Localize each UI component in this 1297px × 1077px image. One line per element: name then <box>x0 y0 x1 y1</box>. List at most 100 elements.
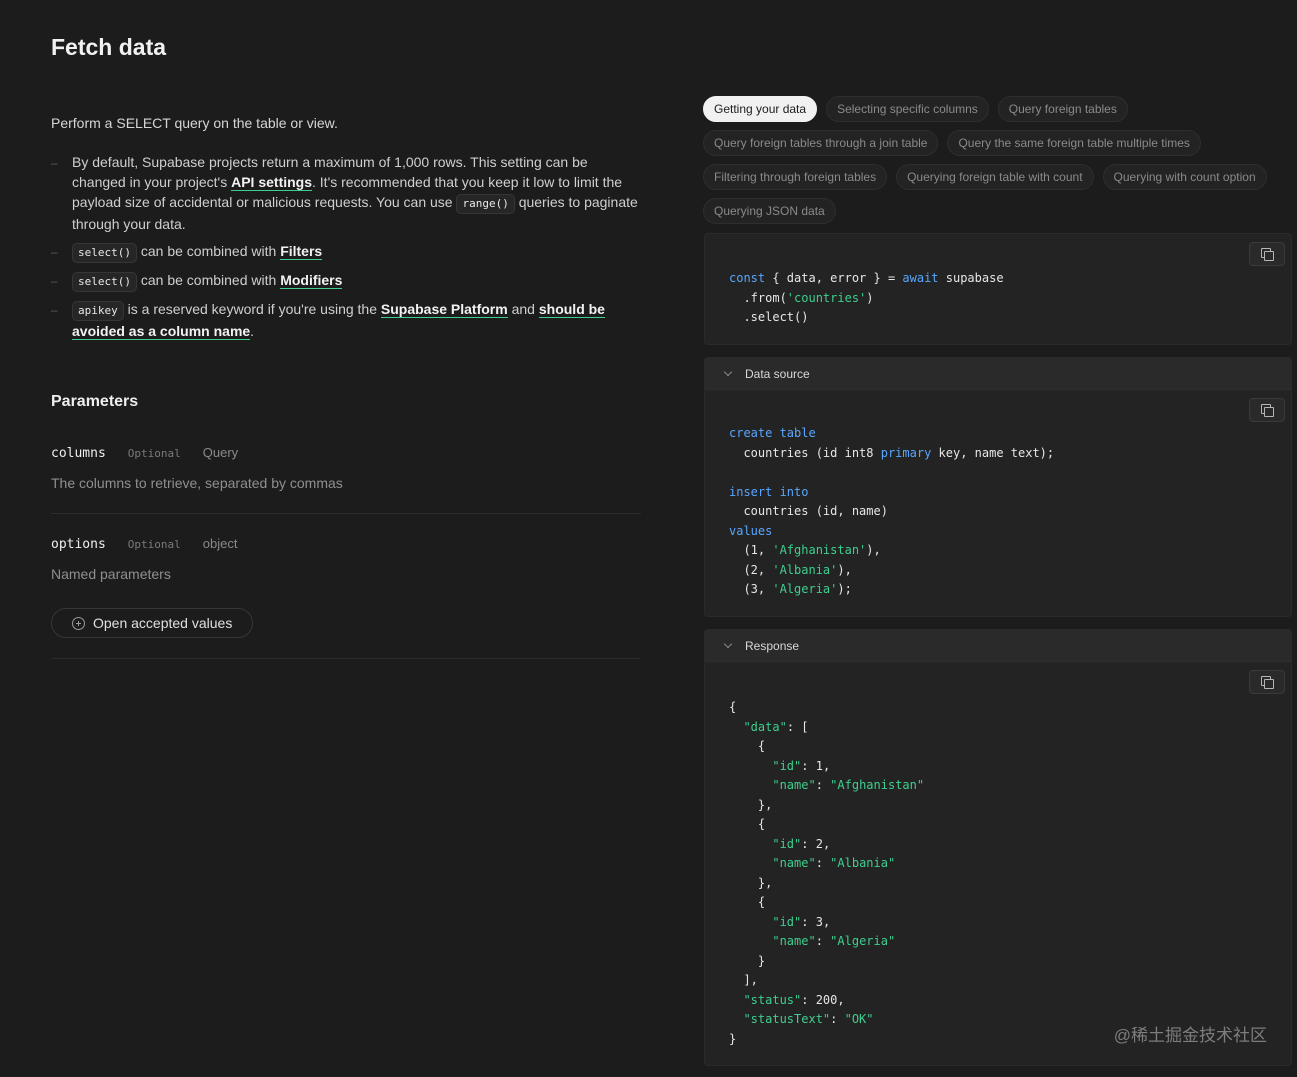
apikey-code: apikey <box>72 301 124 321</box>
code-token: { <box>757 817 766 831</box>
code-token: { <box>729 700 737 714</box>
modifiers-link[interactable]: Modifiers <box>280 272 343 289</box>
copy-sql-button[interactable] <box>1249 398 1285 422</box>
param-description: The columns to retrieve, separated by co… <box>51 475 343 491</box>
code-token: (1, <box>729 543 773 557</box>
copy-icon <box>1261 248 1274 261</box>
code-token: { <box>757 895 766 909</box>
code-token: "id" <box>772 914 802 929</box>
code-token: key, name text); <box>931 445 1055 460</box>
param-columns: columns Optional Query The columns to re… <box>51 445 641 513</box>
data-source-header[interactable]: Data source <box>705 358 1291 390</box>
param-type: object <box>202 536 238 551</box>
response-block: { "data": [ { "id": 1, "name": "Afghanis… <box>729 700 925 1046</box>
code-token: ) <box>866 290 874 305</box>
code-token: "name" <box>772 934 816 948</box>
filters-link[interactable]: Filters <box>280 243 323 260</box>
parameters-title: Parameters <box>51 393 139 410</box>
note-modifiers: select() can be combined with Modifiers <box>51 270 641 292</box>
tab-query-foreign-tables[interactable]: Query foreign tables <box>997 96 1128 122</box>
page-title: Fetch data <box>51 34 167 60</box>
api-settings-link[interactable]: API settings <box>231 174 313 191</box>
note-apikey: apikey is a reserved keyword if you're u… <box>51 299 641 341</box>
code-token: } <box>757 953 766 968</box>
copy-code-button[interactable] <box>1249 242 1285 266</box>
code-token: 'Albania' <box>772 562 838 577</box>
code-token: const <box>729 271 766 285</box>
copy-response-button[interactable] <box>1249 670 1285 694</box>
code-token: "id" <box>772 836 802 851</box>
panel-title: Response <box>745 638 800 653</box>
range-code: range() <box>456 194 515 214</box>
code-token: "Algeria" <box>830 934 896 948</box>
copy-icon <box>1261 676 1274 689</box>
button-label: Open accepted values <box>93 615 233 631</box>
code-token: ), <box>866 543 881 557</box>
param-name: columns <box>51 446 106 461</box>
code-token: create table <box>729 426 816 440</box>
code-token: : 1, <box>801 758 831 773</box>
param-description: Named parameters <box>51 566 171 582</box>
code-token: .from( <box>729 290 787 305</box>
open-accepted-values-button[interactable]: Open accepted values <box>51 608 254 638</box>
code-token: "name" <box>772 856 816 870</box>
code-token: 'Algeria' <box>772 582 838 596</box>
code-token: "id" <box>772 758 802 773</box>
watermark: @稀土掘金技术社区 <box>1113 1026 1267 1045</box>
code-token: : 3, <box>801 914 831 929</box>
code-token: "OK" <box>844 1012 874 1026</box>
code-token: }, <box>757 875 773 890</box>
code-token: (3, <box>729 582 773 596</box>
code-token: }, <box>757 797 773 812</box>
param-optional-tag: Optional <box>127 538 181 551</box>
chevron-down-icon <box>723 367 733 377</box>
note-text: is a reserved keyword if you're using th… <box>123 301 381 317</box>
tab-count-option[interactable]: Querying with count option <box>1102 164 1267 190</box>
copy-icon <box>1261 404 1274 417</box>
panel-title: Data source <box>745 366 810 381</box>
tab-getting-your-data[interactable]: Getting your data <box>703 96 818 122</box>
code-token: } <box>729 1031 737 1046</box>
code-token: "Afghanistan" <box>830 778 925 792</box>
note-filters: select() can be combined with Filters <box>51 241 641 263</box>
plus-circle-icon <box>72 616 85 630</box>
code-token: "status" <box>743 992 802 1007</box>
tab-json-data[interactable]: Querying JSON data <box>703 198 836 224</box>
intro-text: Perform a SELECT query on the table or v… <box>51 115 338 131</box>
code-token: : 2, <box>801 836 831 851</box>
code-token: { data, error } = <box>765 271 903 285</box>
tab-query-foreign-tables-join[interactable]: Query foreign tables through a join tabl… <box>703 130 939 156</box>
code-token: 'Afghanistan' <box>772 543 867 557</box>
supabase-platform-link[interactable]: Supabase Platform <box>380 301 508 318</box>
note-max-rows: By default, Supabase projects return a m… <box>51 152 641 234</box>
code-token: "data" <box>743 719 787 734</box>
notes-list: By default, Supabase projects return a m… <box>51 152 641 341</box>
tab-foreign-table-count[interactable]: Querying foreign table with count <box>896 164 1094 190</box>
note-text: . <box>250 323 255 339</box>
code-token: countries (id int8 <box>729 445 881 460</box>
code-token: await <box>902 271 939 285</box>
param-type: Query <box>202 445 239 460</box>
code-token: ], <box>743 973 758 987</box>
param-divider <box>51 513 641 514</box>
code-token: supabase <box>938 271 1004 285</box>
example-tabs: Getting your data Selecting specific col… <box>703 96 1293 224</box>
tab-selecting-specific-columns[interactable]: Selecting specific columns <box>826 96 989 122</box>
code-token: ); <box>837 582 852 596</box>
code-token: "Albania" <box>830 856 896 870</box>
response-header[interactable]: Response <box>705 630 1291 662</box>
tab-query-same-foreign-table[interactable]: Query the same foreign table multiple ti… <box>947 130 1201 156</box>
code-token: (2, <box>729 562 773 577</box>
code-token: { <box>757 739 766 753</box>
note-text: can be combined with <box>136 243 281 259</box>
code-token: insert into <box>729 484 809 499</box>
tab-filtering-foreign-tables[interactable]: Filtering through foreign tables <box>703 164 888 190</box>
code-token: primary <box>880 445 932 460</box>
response-panel: Response { "data": [ { "id": 1, "name": … <box>704 629 1292 1066</box>
note-text: can be combined with <box>136 272 281 288</box>
data-source-panel: Data source create table countries (id i… <box>704 357 1292 617</box>
section-divider <box>51 658 641 659</box>
code-example-panel: const { data, error } = await supabase .… <box>704 233 1292 345</box>
select-code: select() <box>72 243 137 263</box>
code-token: "statusText" <box>743 1012 831 1026</box>
